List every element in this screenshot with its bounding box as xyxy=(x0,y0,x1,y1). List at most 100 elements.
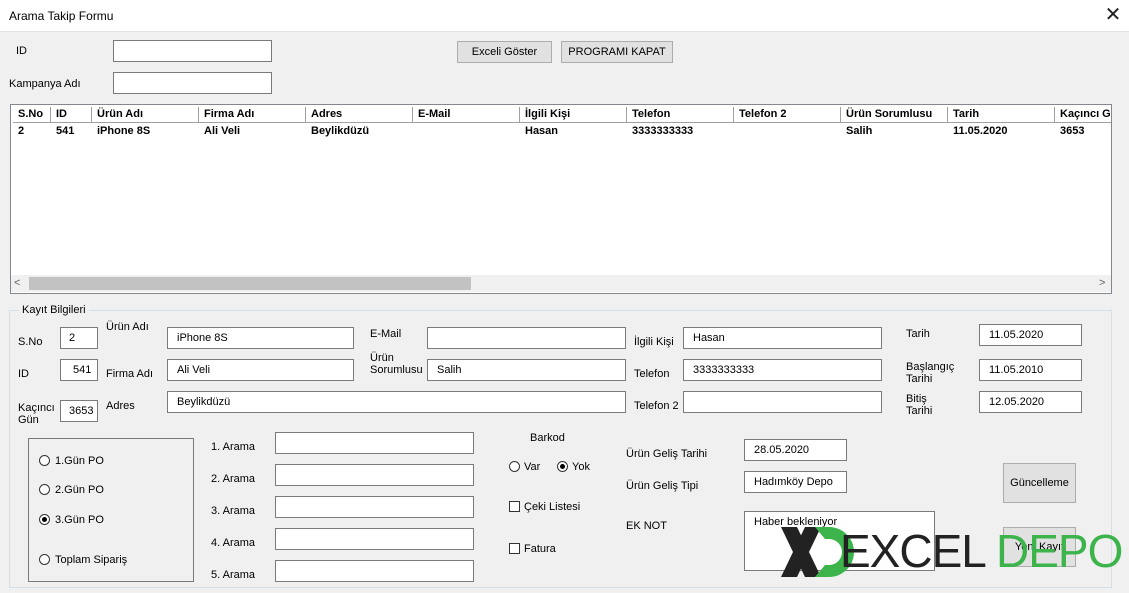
company-input[interactable]: Ali Veli xyxy=(167,359,354,381)
title-bar xyxy=(0,0,1129,32)
date-input[interactable]: 11.05.2020 xyxy=(979,324,1082,346)
phone-label: Telefon xyxy=(634,368,670,380)
table-cell[interactable]: 3653 xyxy=(1055,125,1111,137)
po-radio-label: 1.Gün PO xyxy=(55,455,104,467)
company-label: Firma Adı xyxy=(106,368,154,380)
table-cell[interactable]: 3333333333 xyxy=(627,125,739,137)
barcode-var-radio[interactable] xyxy=(509,461,520,472)
column-header[interactable]: E-Mail xyxy=(413,107,520,123)
packing-list-label: Çeki Listesi xyxy=(524,501,581,513)
phone2-label: Telefon 2 xyxy=(634,400,679,412)
column-header[interactable]: S.No xyxy=(13,107,51,123)
column-header[interactable]: İlgili Kişi xyxy=(520,107,627,123)
barcode-var-label: Var xyxy=(524,461,541,473)
update-button[interactable]: Güncelleme xyxy=(1003,463,1076,503)
phone-input[interactable]: 3333333333 xyxy=(683,359,882,381)
scrollbar-thumb[interactable] xyxy=(29,277,471,290)
po-radio-label: 2.Gün PO xyxy=(55,484,104,496)
email-label: E-Mail xyxy=(370,328,402,340)
owner-input[interactable]: Salih xyxy=(427,359,626,381)
id-input[interactable]: 541 xyxy=(60,359,98,381)
contact-label: İlgili Kişi xyxy=(634,336,674,348)
email-input[interactable] xyxy=(427,327,626,349)
column-header[interactable]: Telefon xyxy=(627,107,734,123)
date-label: Tarih xyxy=(906,328,930,340)
column-header[interactable]: Telefon 2 xyxy=(734,107,841,123)
po-radio-1[interactable] xyxy=(39,455,50,466)
po-radio-3[interactable] xyxy=(39,514,50,525)
day-label: Kaçıncı Gün xyxy=(18,402,55,426)
arrival-type-input[interactable]: Hadımköy Depo xyxy=(744,471,847,493)
column-header[interactable]: Adres xyxy=(306,107,413,123)
column-header[interactable]: ID xyxy=(51,107,92,123)
invoice-label: Fatura xyxy=(524,543,556,555)
logo-text-depo: DEPO xyxy=(996,525,1123,577)
close-program-button[interactable]: PROGRAMI KAPAT xyxy=(561,41,673,63)
id-search-input[interactable] xyxy=(113,40,272,62)
address-input[interactable]: Beylikdüzü xyxy=(167,391,626,413)
show-excel-button[interactable]: Exceli Göster xyxy=(457,41,552,63)
call-label: 4. Arama xyxy=(211,537,256,549)
scroll-left-icon[interactable]: < xyxy=(14,277,20,289)
owner-label: Ürün Sorumlusu xyxy=(370,352,423,376)
barcode-yok-label: Yok xyxy=(572,461,590,473)
packing-list-checkbox[interactable] xyxy=(509,501,520,512)
column-header[interactable]: Kaçıncı G xyxy=(1055,107,1111,123)
call-input-1[interactable] xyxy=(275,432,474,454)
arrival-type-label: Ürün Geliş Tipi xyxy=(626,480,699,492)
call-label: 5. Arama xyxy=(211,569,256,581)
campaign-input[interactable] xyxy=(113,72,272,94)
product-label: Ürün Adı xyxy=(106,321,149,333)
po-radio-4[interactable] xyxy=(39,554,50,565)
id-search-label: ID xyxy=(16,45,27,57)
id-label: ID xyxy=(18,368,29,380)
owner-label-line-1: Ürün xyxy=(370,352,394,364)
record-info-title: Kayıt Bilgileri xyxy=(19,304,89,316)
table-cell[interactable]: 541 xyxy=(51,125,97,137)
column-header[interactable]: Tarih xyxy=(948,107,1055,123)
end-date-input[interactable]: 12.05.2020 xyxy=(979,391,1082,413)
day-input[interactable]: 3653 xyxy=(60,400,98,422)
table-cell[interactable]: 2 xyxy=(13,125,56,137)
table-cell[interactable]: 11.05.2020 xyxy=(948,125,1060,137)
table-cell[interactable]: iPhone 8S xyxy=(92,125,204,137)
po-radio-2[interactable] xyxy=(39,484,50,495)
column-header[interactable]: Firma Adı xyxy=(199,107,306,123)
end-date-label-line-1: Bitiş xyxy=(906,393,927,405)
call-label: 2. Arama xyxy=(211,473,256,485)
call-input-5[interactable] xyxy=(275,560,474,582)
owner-label-line-2: Sorumlusu xyxy=(370,364,423,376)
note-label: EK NOT xyxy=(626,520,667,532)
column-header[interactable]: Ürün Sorumlusu xyxy=(841,107,948,123)
po-radio-label: 3.Gün PO xyxy=(55,514,104,526)
table-cell[interactable]: Salih xyxy=(841,125,953,137)
start-date-label-line-2: Tarihi xyxy=(906,373,933,385)
po-radio-label: Toplam Sipariş xyxy=(55,554,128,566)
phone2-input[interactable] xyxy=(683,391,882,413)
day-label-line-2: Gün xyxy=(18,414,39,426)
close-icon[interactable]: ✕ xyxy=(1099,2,1127,28)
product-input[interactable]: iPhone 8S xyxy=(167,327,354,349)
arrival-date-label: Ürün Geliş Tarihi xyxy=(626,448,708,460)
barcode-yok-radio[interactable] xyxy=(557,461,568,472)
call-input-4[interactable] xyxy=(275,528,474,550)
sno-input[interactable]: 2 xyxy=(60,327,98,349)
arrival-date-input[interactable]: 28.05.2020 xyxy=(744,439,847,461)
column-header[interactable]: Ürün Adı xyxy=(92,107,199,123)
day-label-line-1: Kaçıncı xyxy=(18,402,55,414)
start-date-input[interactable]: 11.05.2010 xyxy=(979,359,1082,381)
table-cell[interactable]: Beylikdüzü xyxy=(306,125,418,137)
table-cell[interactable]: Hasan xyxy=(520,125,632,137)
call-label: 1. Arama xyxy=(211,441,256,453)
call-input-2[interactable] xyxy=(275,464,474,486)
address-label: Adres xyxy=(106,400,135,412)
scroll-right-icon[interactable]: > xyxy=(1099,277,1105,289)
end-date-label-line-2: Tarihi xyxy=(906,405,933,417)
table-cell[interactable]: Ali Veli xyxy=(199,125,311,137)
contact-input[interactable]: Hasan xyxy=(683,327,882,349)
call-label: 3. Arama xyxy=(211,505,256,517)
call-input-3[interactable] xyxy=(275,496,474,518)
sno-label: S.No xyxy=(18,336,43,348)
invoice-checkbox[interactable] xyxy=(509,543,520,554)
records-list[interactable]: S.No ID Ürün Adı Firma Adı Adres E-Mail İlgili… xyxy=(10,104,1112,294)
